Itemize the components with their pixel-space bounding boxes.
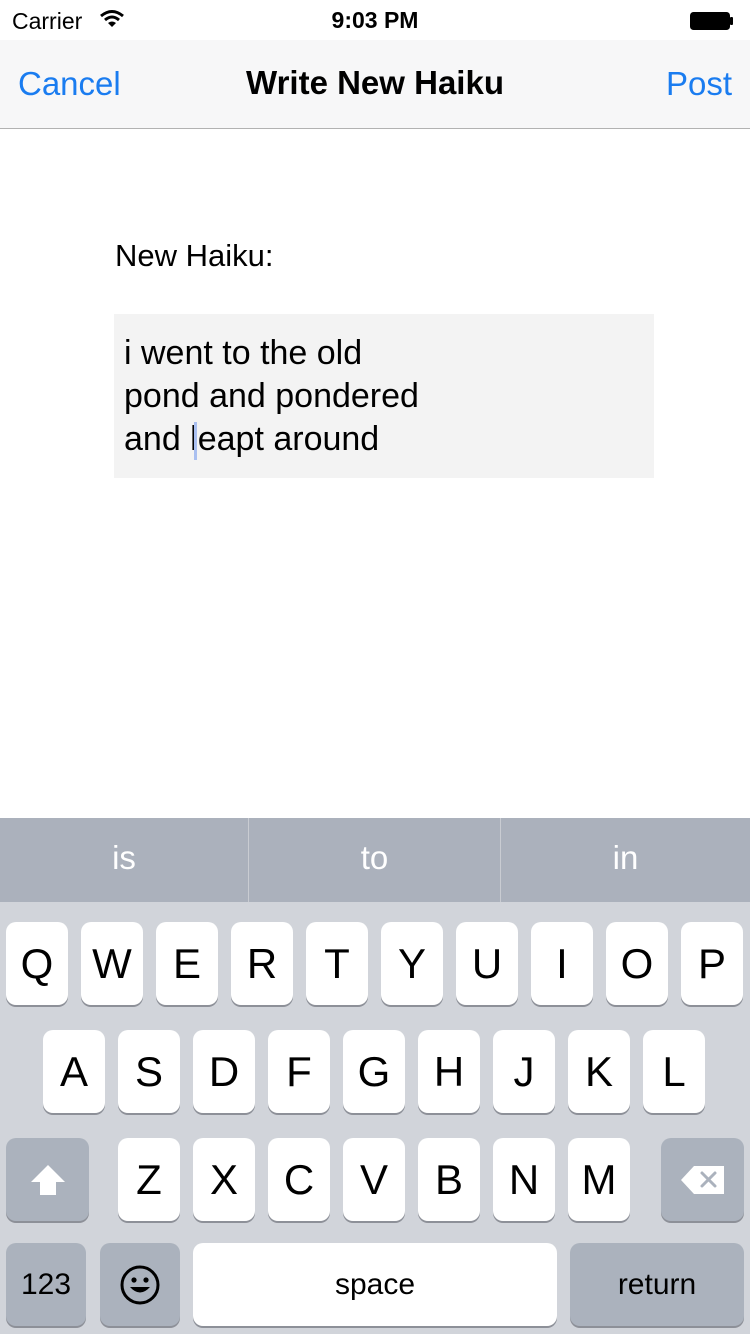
backspace-icon [680,1165,724,1194]
key-e[interactable]: E [156,922,218,1005]
space-key[interactable]: space [193,1243,557,1326]
key-j[interactable]: J [493,1030,555,1113]
text-cursor [194,422,197,460]
haiku-line-2: pond and pondered [124,377,419,415]
shift-key[interactable] [6,1138,89,1221]
haiku-line-1: i went to the old [124,334,363,372]
key-r[interactable]: R [231,922,293,1005]
haiku-line-3: and leapt around [124,420,380,458]
key-p[interactable]: P [681,922,743,1005]
page-title: Write New Haiku [246,64,504,101]
key-u[interactable]: U [456,922,518,1005]
key-x[interactable]: X [193,1138,255,1221]
keyboard: is to in Q W E R T Y U I O P A S D F G H… [0,818,750,1334]
haiku-field-label: New Haiku: [115,238,274,273]
key-d[interactable]: D [193,1030,255,1113]
suggestion-1[interactable]: is [0,818,248,902]
delete-key[interactable] [661,1138,744,1221]
key-i[interactable]: I [531,922,593,1005]
key-t[interactable]: T [306,922,368,1005]
key-m[interactable]: M [568,1138,630,1221]
suggestion-bar: is to in [0,818,750,902]
key-h[interactable]: H [418,1030,480,1113]
emoji-smiley-icon [120,1265,160,1304]
key-o[interactable]: O [606,922,668,1005]
key-k[interactable]: K [568,1030,630,1113]
key-n[interactable]: N [493,1138,555,1221]
haiku-text-area[interactable]: i went to the old pond and pondered and … [114,314,654,478]
key-v[interactable]: V [343,1138,405,1221]
key-f[interactable]: F [268,1030,330,1113]
numbers-key[interactable]: 123 [6,1243,86,1326]
key-w[interactable]: W [81,922,143,1005]
return-key[interactable]: return [570,1243,744,1326]
battery-icon [690,12,733,30]
key-z[interactable]: Z [118,1138,180,1221]
status-bar: Carrier 9:03 PM [0,0,750,40]
key-g[interactable]: G [343,1030,405,1113]
key-y[interactable]: Y [381,922,443,1005]
navigation-bar: Cancel Write New Haiku Post [0,40,750,129]
emoji-key[interactable] [100,1243,180,1326]
suggestion-2[interactable]: to [249,818,500,902]
clock: 9:03 PM [331,7,419,33]
suggestion-3[interactable]: in [501,818,750,902]
key-a[interactable]: A [43,1030,105,1113]
key-c[interactable]: C [268,1138,330,1221]
key-q[interactable]: Q [6,922,68,1005]
key-b[interactable]: B [418,1138,480,1221]
shift-arrow-icon [30,1164,65,1195]
key-s[interactable]: S [118,1030,180,1113]
post-button[interactable]: Post [666,65,732,103]
key-l[interactable]: L [643,1030,705,1113]
